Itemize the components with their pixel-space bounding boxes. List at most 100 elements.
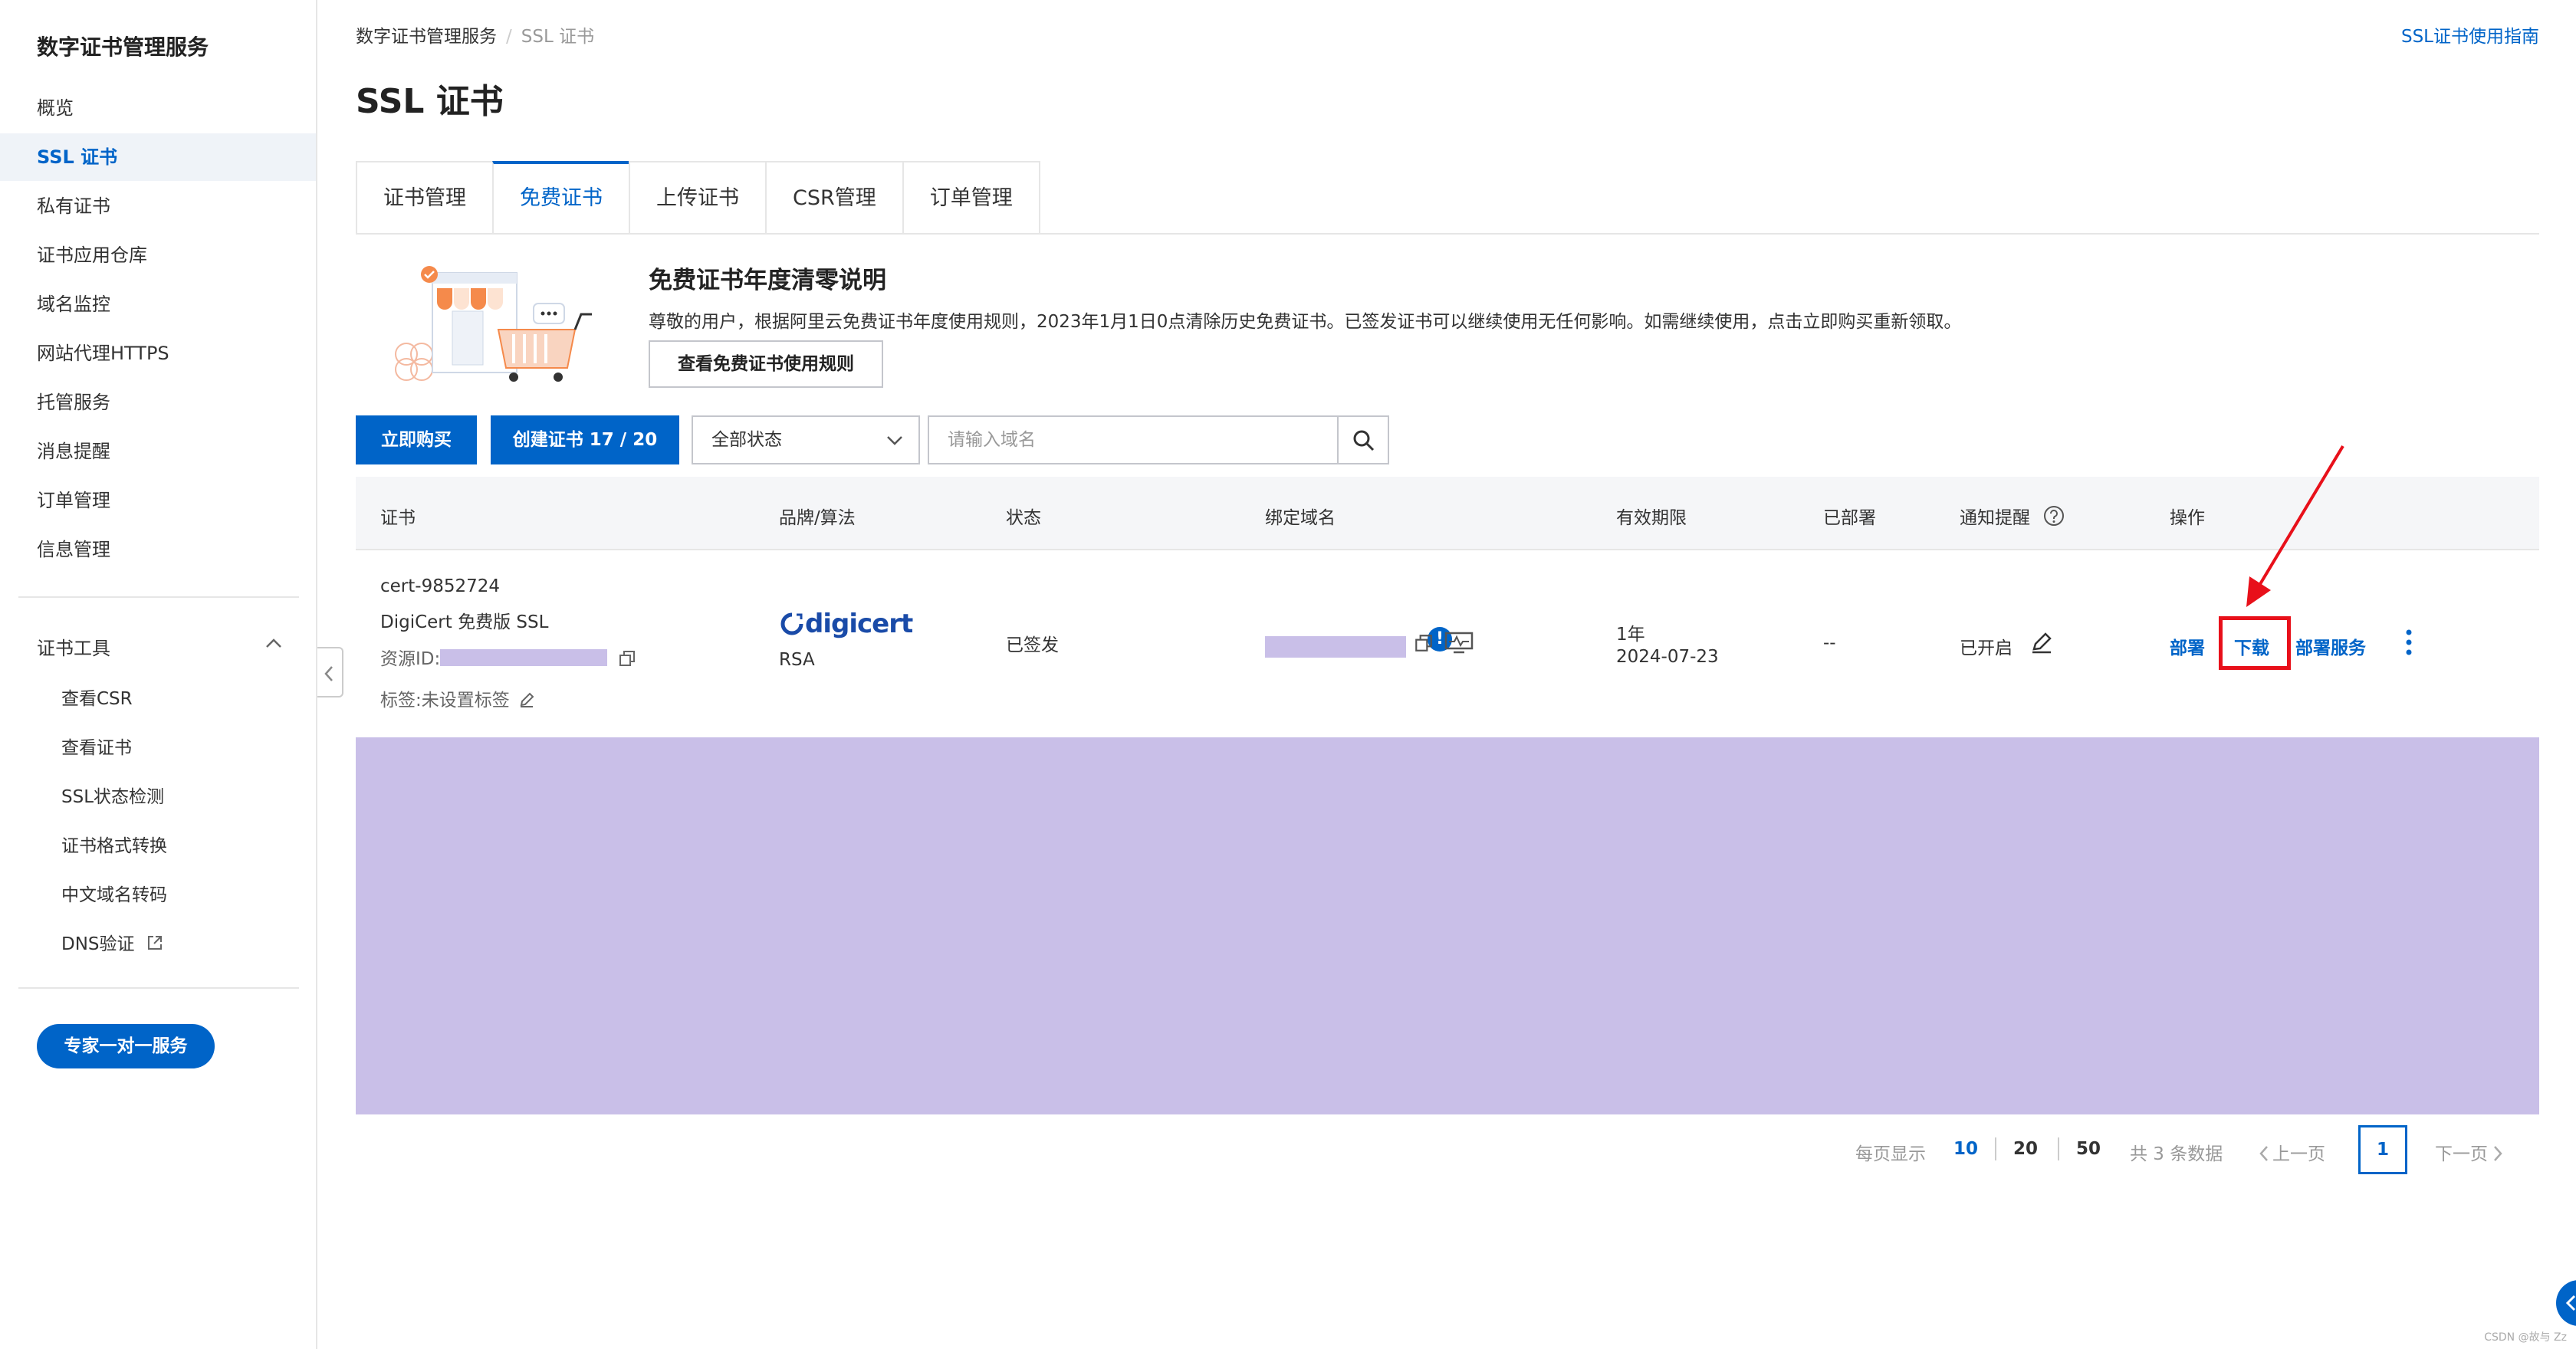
watermark: CSDN @故与 Zz [2484, 1331, 2567, 1344]
tab-order-management[interactable]: 订单管理 [902, 161, 1040, 235]
search-icon [1353, 430, 1375, 451]
cert-algorithm: RSA [779, 650, 815, 670]
chevron-up-icon [266, 638, 281, 648]
sidebar-tool-idn-convert[interactable]: 中文域名转码 [61, 880, 167, 906]
sidebar-item-hosting[interactable]: 托管服务 [0, 379, 316, 426]
col-header-actions: 操作 [2170, 508, 2205, 528]
sidebar-group-label: 证书工具 [37, 638, 110, 659]
next-page-button[interactable]: 下一页 [2435, 1139, 2503, 1165]
sidebar-item-orders[interactable]: 订单管理 [0, 477, 316, 524]
sidebar-title: 数字证书管理服务 [37, 34, 209, 60]
digicert-logo: digicert [779, 609, 913, 639]
sidebar-collapse-handle[interactable] [317, 647, 343, 697]
expert-service-button[interactable]: 专家一对一服务 [37, 1024, 215, 1068]
chevron-right-icon [2494, 1146, 2502, 1161]
sidebar: 数字证书管理服务 概览 SSL 证书 私有证书 证书应用仓库 域名监控 网站代理… [0, 0, 317, 1349]
prev-page-button[interactable]: 上一页 [2259, 1139, 2325, 1165]
chevron-left-icon [2259, 1146, 2268, 1161]
sidebar-tool-format-convert[interactable]: 证书格式转换 [61, 831, 167, 857]
floating-assistant-button[interactable] [2556, 1280, 2576, 1326]
breadcrumb: 数字证书管理服务 / SSL 证书 [356, 21, 594, 48]
search-button[interactable] [1337, 415, 1389, 464]
col-header-brand: 品牌/算法 [779, 508, 856, 528]
external-link-icon [147, 936, 162, 950]
page-size-label: 每页显示 [1855, 1144, 1926, 1164]
deployed-count: -- [1823, 633, 1836, 653]
redacted-domain [1265, 636, 1406, 658]
sidebar-item-notifications[interactable]: 消息提醒 [0, 428, 316, 475]
cert-status: 已签发 [1006, 635, 1059, 655]
chevron-left-icon [324, 666, 333, 681]
sidebar-tool-dns-verify[interactable]: DNS验证 [61, 929, 163, 955]
breadcrumb-separator: / [506, 27, 512, 47]
dns-verify-label: DNS验证 [61, 934, 135, 954]
sidebar-tool-view-cert[interactable]: 查看证书 [61, 733, 132, 759]
expiry-date: 2024-07-23 [1616, 647, 1719, 667]
free-cert-rules-button[interactable]: 查看免费证书使用规则 [649, 340, 883, 388]
sidebar-item-overview[interactable]: 概览 [0, 84, 316, 132]
page-size-20[interactable]: 20 [2013, 1139, 2038, 1159]
tabs-underline [356, 233, 2539, 235]
redacted-resource-id [440, 649, 608, 666]
status-select[interactable]: 全部状态 [692, 415, 920, 464]
sidebar-item-domain-monitor[interactable]: 域名监控 [0, 281, 316, 328]
sidebar-item-ssl-cert[interactable]: SSL 证书 [0, 133, 316, 181]
tab-free-cert[interactable]: 免费证书 [492, 161, 629, 235]
page-size-separator [1995, 1137, 1996, 1160]
col-header-validity: 有效期限 [1616, 508, 1687, 528]
page-title: SSL 证书 [356, 82, 504, 121]
col-header-deployed: 已部署 [1823, 508, 1876, 528]
current-page[interactable]: 1 [2358, 1125, 2407, 1174]
domain-search-input[interactable] [928, 415, 1339, 464]
breadcrumb-current: SSL 证书 [521, 27, 595, 47]
page-size-separator [2058, 1137, 2059, 1160]
sidebar-tool-csr[interactable]: 查看CSR [61, 684, 133, 710]
status-select-value: 全部状态 [711, 430, 782, 450]
create-cert-button[interactable]: 创建证书 17 / 20 [491, 415, 679, 464]
col-header-cert: 证书 [380, 508, 416, 528]
total-count: 共 3 条数据 [2130, 1144, 2223, 1164]
monitor-icon[interactable] [1444, 632, 1474, 655]
sidebar-divider-2 [18, 987, 299, 989]
sidebar-group-tools[interactable]: 证书工具 [37, 633, 282, 660]
col-header-notify: 通知提醒 [1960, 503, 2065, 529]
copy-icon[interactable] [1414, 633, 1434, 653]
sidebar-item-proxy-https[interactable]: 网站代理HTTPS [0, 330, 316, 377]
tab-upload-cert[interactable]: 上传证书 [629, 161, 765, 235]
edit-icon[interactable] [2030, 632, 2053, 655]
tab-csr-management[interactable]: CSR管理 [765, 161, 902, 235]
redacted-rows [356, 737, 2539, 1114]
page-size-10[interactable]: 10 [1953, 1139, 1978, 1159]
sidebar-item-private-cert[interactable]: 私有证书 [0, 182, 316, 230]
deploy-service-link[interactable]: 部署服务 [2295, 633, 2366, 659]
download-link[interactable]: 下载 [2234, 633, 2269, 659]
tag-label: 标签:未设置标签 [380, 691, 510, 711]
ssl-guide-link[interactable]: SSL证书使用指南 [2401, 21, 2539, 48]
banner-description: 尊敬的用户，根据阿里云免费证书年度使用规则，2023年1月1日0点清除历史免费证… [649, 312, 1962, 332]
sidebar-tool-ssl-check[interactable]: SSL状态检测 [61, 782, 164, 808]
col-header-domain: 绑定域名 [1265, 508, 1336, 528]
edit-icon [520, 692, 534, 707]
chevron-down-icon [887, 436, 902, 445]
resource-id-label: 资源ID: [380, 649, 441, 669]
chevron-left-icon [2565, 1295, 2576, 1311]
table-header: 证书 品牌/算法 状态 绑定域名 有效期限 已部署 通知提醒 操作 [356, 477, 2539, 550]
cert-product: DigiCert 免费版 SSL [380, 612, 549, 632]
sidebar-item-cert-repo[interactable]: 证书应用仓库 [0, 231, 316, 279]
notify-status: 已开启 [1960, 638, 2013, 658]
resource-id: 资源ID: [380, 644, 636, 670]
deploy-link[interactable]: 部署 [2170, 633, 2205, 659]
col-header-status: 状态 [1006, 508, 1041, 528]
col-header-notify-label: 通知提醒 [1960, 508, 2030, 528]
tag-editor[interactable]: 标签:未设置标签 [380, 685, 535, 711]
breadcrumb-root[interactable]: 数字证书管理服务 [356, 27, 497, 47]
sidebar-item-info[interactable]: 信息管理 [0, 526, 316, 573]
page-size-50[interactable]: 50 [2076, 1139, 2101, 1159]
help-icon[interactable] [2043, 505, 2065, 527]
buy-now-button[interactable]: 立即购买 [356, 415, 477, 464]
copy-icon[interactable] [618, 649, 636, 668]
banner-title: 免费证书年度清零说明 [649, 267, 886, 294]
more-vertical-icon[interactable] [2404, 629, 2413, 656]
tab-cert-management[interactable]: 证书管理 [356, 161, 492, 235]
cert-name: cert-9852724 [380, 576, 501, 596]
